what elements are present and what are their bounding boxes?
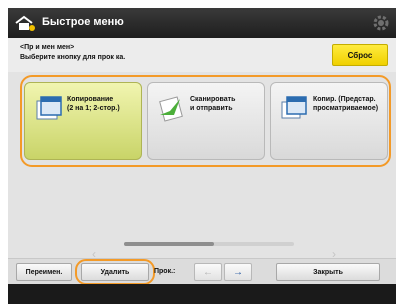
- scrollbar-thumb[interactable]: [124, 242, 214, 246]
- tile-copy[interactable]: Копирование (2 на 1; 2-стор.): [24, 82, 142, 160]
- scrollbar[interactable]: [124, 242, 294, 246]
- instruction-area: <Пр и мен мен> Выберите кнопку для прок …: [8, 38, 396, 72]
- footer-bar: [8, 284, 396, 304]
- tile-copy-preview-label: Копир. (Предстар. просматриваемое): [313, 96, 379, 112]
- copy-preview-icon: [281, 96, 307, 119]
- button-panel: Копирование (2 на 1; 2-стор.) Сканироват…: [8, 72, 396, 261]
- page-title: Быстрое меню: [42, 16, 124, 28]
- settings-icon[interactable]: [372, 14, 390, 32]
- copy-icon: [36, 96, 62, 120]
- scan-send-icon: [159, 96, 183, 122]
- close-button[interactable]: Закрыть: [276, 263, 380, 281]
- quick-menu-icon: [15, 15, 35, 31]
- rename-button[interactable]: Переимен.: [16, 263, 72, 281]
- bottom-toolbar: Переимен. Удалить Прок.: ← → Закрыть: [8, 258, 396, 285]
- tile-scan-send[interactable]: Сканировать и отправить: [147, 82, 265, 160]
- tile-copy-preview[interactable]: Копир. (Предстар. просматриваемое): [270, 82, 388, 160]
- reset-button[interactable]: Сброс: [332, 44, 388, 66]
- highlight-outline-delete: [75, 259, 155, 285]
- tile-scan-send-label: Сканировать и отправить: [190, 96, 236, 112]
- app-window: Быстрое меню <Пр и мен мен> Выберите кно…: [8, 8, 396, 304]
- move-right-arrow-icon[interactable]: →: [224, 263, 252, 281]
- instruction-subtitle: Выберите кнопку для прок ка.: [20, 54, 126, 61]
- tile-copy-label: Копирование (2 на 1; 2-стор.): [67, 96, 120, 112]
- close-button-label: Закрыть: [313, 268, 343, 276]
- instruction-title: <Пр и мен мен>: [20, 44, 75, 51]
- move-left-arrow-icon[interactable]: ←: [194, 263, 222, 281]
- title-bar: Быстрое меню: [8, 8, 396, 38]
- order-label: Прок.:: [154, 268, 176, 275]
